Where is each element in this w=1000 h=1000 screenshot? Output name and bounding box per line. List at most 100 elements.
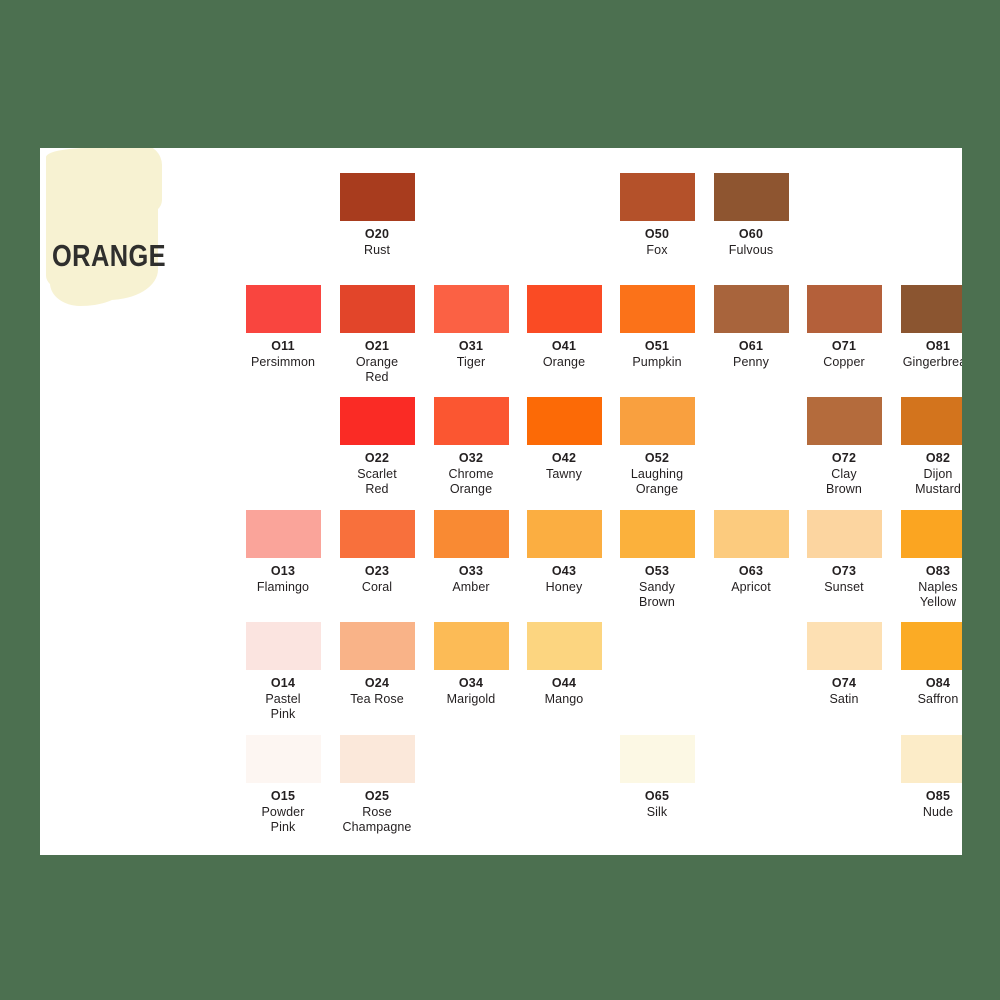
color-swatch[interactable] <box>245 735 321 783</box>
swatch-cell-o15[interactable]: O15 Powder Pink <box>236 735 330 836</box>
color-swatch[interactable] <box>245 622 321 670</box>
color-swatch[interactable] <box>619 510 695 558</box>
swatch-code: O32 <box>458 451 484 465</box>
swatch-cell-o41[interactable]: O41 Orange <box>517 285 611 370</box>
swatch-name: Pastel Pink <box>265 691 301 722</box>
color-swatch[interactable] <box>526 285 602 333</box>
swatch-name: Chrome Orange <box>448 466 494 497</box>
swatch-cell-o50[interactable]: O50 Fox <box>610 173 704 258</box>
swatch-cell-o51[interactable]: O51 Pumpkin <box>610 285 704 370</box>
swatch-name: Fox <box>646 242 668 257</box>
color-swatch[interactable] <box>900 622 962 670</box>
swatch-name: Fulvous <box>728 242 774 257</box>
swatch-cell-o83[interactable]: O83 Naples Yellow <box>891 510 962 611</box>
swatch-cell-o23[interactable]: O23 Coral <box>330 510 424 595</box>
color-swatch[interactable] <box>806 622 882 670</box>
color-swatch[interactable] <box>806 510 882 558</box>
swatch-name: Powder Pink <box>261 804 305 835</box>
swatch-code: O23 <box>364 564 390 578</box>
color-swatch[interactable] <box>619 285 695 333</box>
swatch-name: Tea Rose <box>350 691 404 706</box>
swatch-cell-o52[interactable]: O52 Laughing Orange <box>610 397 704 498</box>
color-swatch[interactable] <box>526 622 602 670</box>
color-swatch[interactable] <box>713 285 789 333</box>
swatch-name: Coral <box>361 579 393 594</box>
swatch-cell-o11[interactable]: O11 Persimmon <box>236 285 330 370</box>
swatch-code: O44 <box>551 676 577 690</box>
swatch-code: O11 <box>271 339 295 353</box>
swatch-name: Penny <box>733 354 769 369</box>
swatch-code: O60 <box>738 227 764 241</box>
color-swatch[interactable] <box>619 173 695 221</box>
swatch-cell-o53[interactable]: O53 Sandy Brown <box>610 510 704 611</box>
color-swatch[interactable] <box>900 510 962 558</box>
swatch-name: Mango <box>544 691 584 706</box>
color-swatch[interactable] <box>900 285 962 333</box>
swatch-code: O72 <box>831 451 857 465</box>
swatch-cell-o72[interactable]: O72 Clay Brown <box>797 397 891 498</box>
color-swatch[interactable] <box>900 735 962 783</box>
swatch-cell-o44[interactable]: O44 Mango <box>517 622 611 707</box>
color-swatch[interactable] <box>433 285 509 333</box>
color-swatch[interactable] <box>433 622 509 670</box>
swatch-cell-o63[interactable]: O63 Apricot <box>704 510 798 595</box>
swatch-name: Tiger <box>456 354 486 369</box>
swatch-cell-o34[interactable]: O34 Marigold <box>424 622 518 707</box>
swatch-cell-o65[interactable]: O65 Silk <box>610 735 704 820</box>
swatch-name: Scarlet Red <box>357 466 397 497</box>
swatch-cell-o31[interactable]: O31 Tiger <box>424 285 518 370</box>
swatch-cell-o82[interactable]: O82 Dijon Mustard <box>891 397 962 498</box>
swatch-cell-o22[interactable]: O22 Scarlet Red <box>330 397 424 498</box>
color-swatch[interactable] <box>526 397 602 445</box>
color-swatch[interactable] <box>713 173 789 221</box>
swatch-cell-o20[interactable]: O20 Rust <box>330 173 424 258</box>
color-chart-card: ORANGE O20 Rust O50 Fox O60 Fulvous O11 Persimm… <box>40 148 962 855</box>
swatch-cell-o32[interactable]: O32 Chrome Orange <box>424 397 518 498</box>
color-swatch[interactable] <box>245 285 321 333</box>
color-swatch[interactable] <box>806 397 882 445</box>
swatch-name: Nude <box>922 804 954 819</box>
swatch-code: O20 <box>364 227 390 241</box>
swatch-cell-o85[interactable]: O85 Nude <box>891 735 962 820</box>
color-swatch[interactable] <box>806 285 882 333</box>
swatch-cell-o81[interactable]: O81Gingerbread <box>891 285 962 370</box>
swatch-cell-o43[interactable]: O43 Honey <box>517 510 611 595</box>
swatch-cell-o25[interactable]: O25 Rose Champagne <box>330 735 424 836</box>
swatch-cell-o13[interactable]: O13 Flamingo <box>236 510 330 595</box>
swatch-code: O34 <box>458 676 484 690</box>
swatch-cell-o33[interactable]: O33 Amber <box>424 510 518 595</box>
color-swatch[interactable] <box>433 510 509 558</box>
color-swatch[interactable] <box>339 622 415 670</box>
color-swatch[interactable] <box>619 735 695 783</box>
color-swatch[interactable] <box>245 510 321 558</box>
swatch-code: O21 <box>364 339 390 353</box>
swatch-cell-o14[interactable]: O14 Pastel Pink <box>236 622 330 723</box>
swatch-cell-o73[interactable]: O73 Sunset <box>797 510 891 595</box>
color-swatch[interactable] <box>339 510 415 558</box>
swatch-cell-o74[interactable]: O74 Satin <box>797 622 891 707</box>
swatch-cell-o24[interactable]: O24 Tea Rose <box>330 622 424 707</box>
swatch-grid: O20 Rust O50 Fox O60 Fulvous O11 Persimmon O21 Or… <box>40 148 962 855</box>
swatch-name: Amber <box>452 579 490 594</box>
swatch-cell-o61[interactable]: O61 Penny <box>704 285 798 370</box>
color-swatch[interactable] <box>339 173 415 221</box>
swatch-cell-o71[interactable]: O71 Copper <box>797 285 891 370</box>
color-swatch[interactable] <box>713 510 789 558</box>
swatch-code: O74 <box>831 676 857 690</box>
swatch-name: Satin <box>829 691 859 706</box>
color-swatch[interactable] <box>900 397 962 445</box>
swatch-cell-o60[interactable]: O60 Fulvous <box>704 173 798 258</box>
swatch-name: Orange <box>542 354 586 369</box>
swatch-name: Copper <box>823 354 865 369</box>
color-swatch[interactable] <box>339 285 415 333</box>
color-swatch[interactable] <box>619 397 695 445</box>
swatch-cell-o84[interactable]: O84 Saffron <box>891 622 962 707</box>
swatch-name: Tawny <box>546 466 582 481</box>
color-swatch[interactable] <box>433 397 509 445</box>
swatch-cell-o21[interactable]: O21 Orange Red <box>330 285 424 386</box>
swatch-cell-o42[interactable]: O42 Tawny <box>517 397 611 482</box>
color-swatch[interactable] <box>339 735 415 783</box>
swatch-name: Gingerbread <box>902 354 962 369</box>
color-swatch[interactable] <box>339 397 415 445</box>
color-swatch[interactable] <box>526 510 602 558</box>
